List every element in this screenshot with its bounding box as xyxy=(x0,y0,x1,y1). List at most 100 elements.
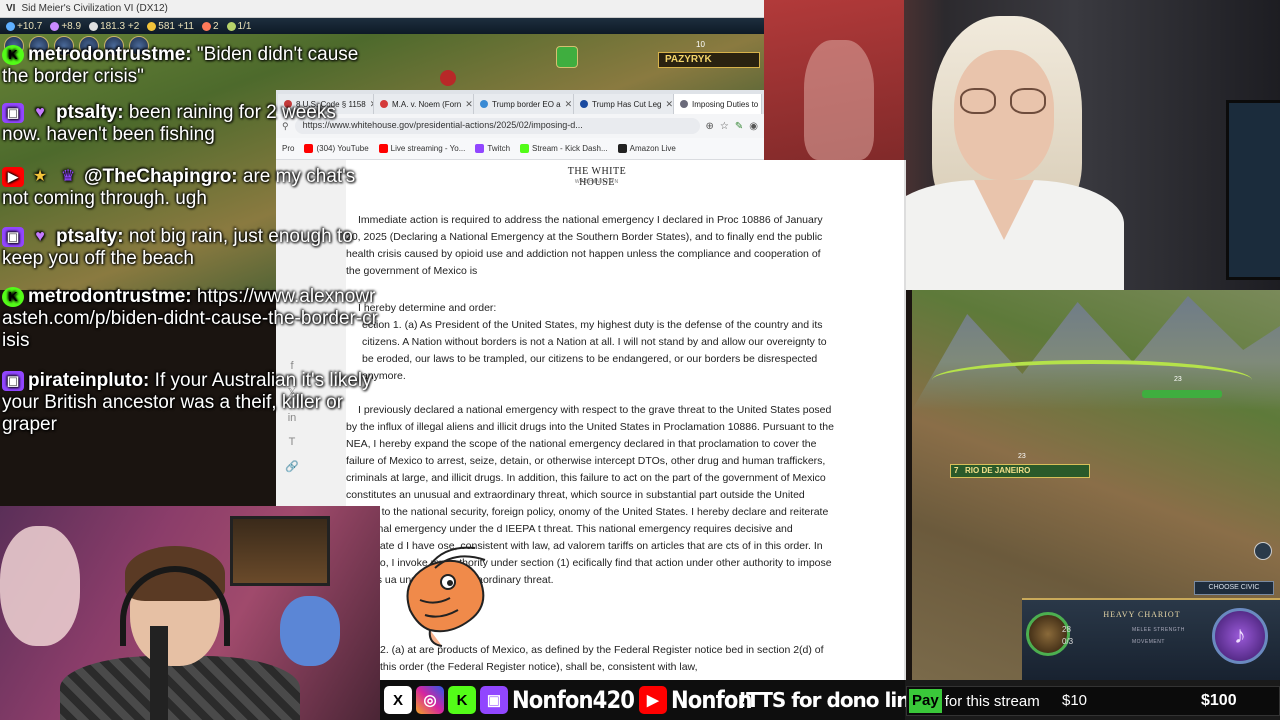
doc-paragraph: ection 1. (a) As President of the United… xyxy=(362,319,827,382)
close-icon[interactable]: ✕ xyxy=(666,99,673,110)
kick-icon xyxy=(520,144,530,153)
instagram-icon: ◎ xyxy=(416,686,444,714)
pay-text: for this stream xyxy=(944,692,1040,710)
game-window-bottom: 23 23 7 RIO DE JANEIRO CHOOSE CIVIC HEAVY… xyxy=(912,290,1280,680)
glasses-icon xyxy=(960,88,996,114)
goal-target: $100 xyxy=(1201,692,1237,709)
x-icon: X xyxy=(384,686,412,714)
faith-icon xyxy=(89,21,99,31)
doc-paragraph: Immediate action is required to address … xyxy=(346,214,823,277)
unit-stat-labels: MELEE STRENGTH MOVEMENT xyxy=(1132,627,1185,645)
background-monitor xyxy=(1226,100,1280,280)
melee-strength-value: 28 xyxy=(1062,625,1071,634)
blue-mask xyxy=(280,596,340,666)
stream-bottom-bar: X ◎ K ▣ Nonfon420 ▶ Nonfon !TTS for dono… xyxy=(380,680,1280,720)
tab-trump-cut-leg[interactable]: Trump Has Cut Leg ✕ xyxy=(574,94,674,114)
kick-icon: K xyxy=(448,686,476,714)
envoy-icon xyxy=(201,21,211,31)
profile-icon[interactable]: ◉ xyxy=(749,121,758,132)
game-titlebar: VI Sid Meier's Civilization VI (DX12) xyxy=(0,0,764,18)
star-badge-icon: ★ xyxy=(32,167,48,185)
chat-message: Kmetrodontrustme: https://www.alexnowras… xyxy=(2,286,378,351)
doc-paragraph: I hereby determine and order: xyxy=(358,302,497,314)
heart-badge-icon: ♥ xyxy=(35,103,45,121)
city-top-population: 10 xyxy=(696,40,705,49)
tab-favicon xyxy=(580,100,588,108)
tts-text: !TTS for dono link xyxy=(738,688,923,712)
webcam-bottom-left xyxy=(0,506,380,720)
tab-trump-border-eo[interactable]: Trump border EO a ✕ xyxy=(474,94,574,114)
scrollbar[interactable] xyxy=(904,160,906,680)
game-resource-bar: +10.7 +8.9 181.3 +2 581 +11 2 1/1 xyxy=(0,18,764,34)
culture-icon xyxy=(50,21,60,31)
movement-value: 0/3 xyxy=(1062,637,1074,646)
enemy-unit-icon[interactable] xyxy=(440,70,456,86)
gold-resource[interactable]: 581 +11 xyxy=(147,21,194,32)
close-icon[interactable]: ✕ xyxy=(465,99,473,110)
tab-imposing-duties[interactable]: Imposing Duties to xyxy=(674,94,762,114)
science-icon xyxy=(6,21,15,31)
goal-current: $10 xyxy=(1062,692,1088,709)
shield-icon[interactable] xyxy=(556,46,578,68)
shrimp-mascot-icon xyxy=(406,546,486,647)
microphone-icon xyxy=(150,626,168,720)
close-icon[interactable]: ✕ xyxy=(565,99,573,110)
bookmark-live-streaming[interactable]: Live streaming - Yo... xyxy=(378,144,465,153)
culture-resource[interactable]: +8.9 xyxy=(50,21,81,32)
civic-music-icon[interactable]: ♪ xyxy=(1212,608,1268,664)
wall-picture xyxy=(230,516,330,586)
unit-stats: 28 0/3 xyxy=(1062,624,1073,648)
bookmark-kick[interactable]: Stream - Kick Dash... xyxy=(520,144,608,153)
chat-message: ▣ ♥ ptsalty: not big rain, just enough to … xyxy=(2,226,353,269)
tab-ma-v-noem[interactable]: M.A. v. Noem (Forn ✕ xyxy=(374,94,474,114)
chat-overlay: Kmetrodontrustme: "Biden didn't cause th… xyxy=(0,44,378,514)
governor-resource[interactable]: 1/1 xyxy=(226,21,251,32)
tab-favicon xyxy=(680,100,688,108)
plush-toy xyxy=(0,526,80,646)
game-window-title: Sid Meier's Civilization VI (DX12) xyxy=(21,3,168,14)
twitch-icon: ▣ xyxy=(2,370,24,391)
twitch-kick-handle: Nonfon420 xyxy=(512,686,635,714)
twitch-icon: ▣ xyxy=(2,226,24,247)
amazon-icon xyxy=(617,144,627,153)
chat-message: ▣ pirateinpluto: If your Australian it's … xyxy=(2,370,372,435)
kick-icon: K xyxy=(2,44,24,65)
city-banner-pazyryk[interactable]: PAZYRYK xyxy=(658,52,760,68)
hill-yield: 23 xyxy=(1174,376,1182,383)
twitch-icon: ▣ xyxy=(2,102,24,123)
chat-message: ▣ ♥ ptsalty: been raining for 2 weeks now.… xyxy=(2,102,336,145)
hill-yield-2: 23 xyxy=(1018,453,1026,460)
tab-favicon xyxy=(380,100,388,108)
bookmark-amazon-live[interactable]: Amazon Live xyxy=(617,144,676,153)
tab-favicon xyxy=(480,100,488,108)
bookmark-star-icon[interactable]: ☆ xyxy=(720,121,729,132)
city-health-bar xyxy=(1142,390,1222,398)
bookmark-twitch[interactable]: Twitch xyxy=(475,144,510,153)
extension-icon[interactable]: ✎ xyxy=(735,121,743,132)
gold-icon xyxy=(147,21,157,31)
crown-badge-icon: ♛ xyxy=(60,167,76,185)
pay-label: Pay xyxy=(909,689,942,713)
chat-message: ▶ ★ ♛ @TheChapingro: are my chat's not comi… xyxy=(2,166,356,209)
white-house-logo-sub: WASHINGTON xyxy=(574,179,620,185)
donation-goal: Pay for this stream $10 $100 xyxy=(906,686,1280,716)
choose-civic-button[interactable]: CHOOSE CIVIC xyxy=(1194,581,1274,595)
game-window-prefix: VI xyxy=(6,3,16,14)
poster-figure xyxy=(804,40,874,160)
heart-badge-icon: ♥ xyxy=(35,227,45,245)
governor-icon xyxy=(226,21,236,31)
city-banner-rio[interactable]: 7 RIO DE JANEIRO xyxy=(950,464,1090,478)
faith-resource[interactable]: 181.3 +2 xyxy=(89,21,139,32)
kick-icon: K xyxy=(2,286,24,307)
youtube-icon xyxy=(378,144,388,153)
science-resource[interactable]: +10.7 xyxy=(6,21,42,32)
streamer-face xyxy=(954,50,1054,180)
youtube-icon: ▶ xyxy=(638,686,667,714)
envoy-resource[interactable]: 2 xyxy=(201,21,219,32)
lens-toggle-icon[interactable] xyxy=(1254,542,1272,560)
zoom-icon[interactable]: ⊕ xyxy=(706,121,714,132)
twitch-icon: ▣ xyxy=(480,686,508,714)
chat-message: Kmetrodontrustme: "Biden didn't cause th… xyxy=(2,44,359,87)
youtube-icon: ▶ xyxy=(2,166,24,187)
glasses-lens-right xyxy=(1010,88,1046,114)
